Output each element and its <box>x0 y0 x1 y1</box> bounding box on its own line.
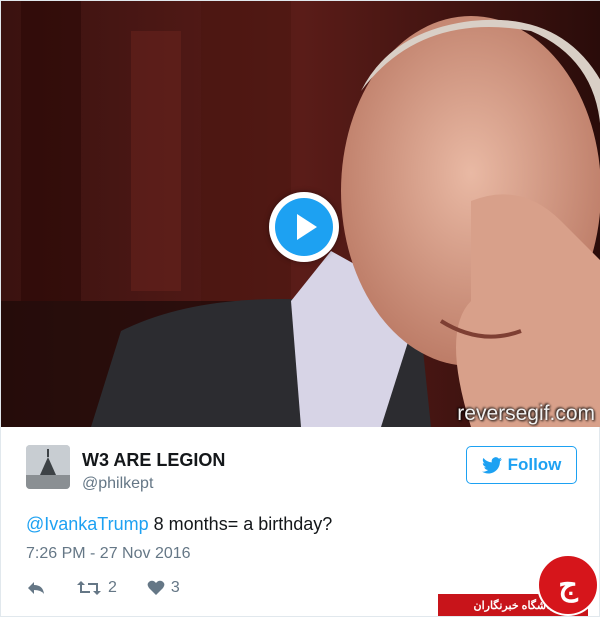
like-count: 3 <box>170 579 180 596</box>
twitter-bird-icon <box>481 456 502 473</box>
mention-link[interactable]: @IvankaTrump <box>26 514 149 534</box>
badge-logo: ج <box>537 554 599 616</box>
tweet-body: 8 months= a birthday? <box>148 514 333 534</box>
tweet-text: @IvankaTrump 8 months= a birthday? <box>26 514 332 535</box>
avatar[interactable] <box>26 445 70 489</box>
timestamp[interactable]: 7:26 PM - 27 Nov 2016 <box>26 545 191 563</box>
reply-icon <box>28 582 44 594</box>
avatar-image <box>26 445 70 489</box>
heart-icon <box>147 580 165 595</box>
play-icon <box>275 198 333 256</box>
reply-button[interactable] <box>26 580 46 596</box>
tweet-card: reversegif.com W3 ARE LEGION @philkept F… <box>0 0 600 617</box>
news-badge: باشگاه خبرنگاران ج <box>438 554 600 618</box>
tweet-actions: 2 3 <box>26 579 180 597</box>
follow-label: Follow <box>507 455 562 474</box>
follow-button[interactable]: Follow <box>466 446 577 484</box>
tweet-media[interactable]: reversegif.com <box>1 1 600 427</box>
play-button[interactable] <box>269 192 339 262</box>
display-name[interactable]: W3 ARE LEGION <box>82 450 225 471</box>
retweet-button[interactable]: 2 <box>76 579 117 597</box>
like-button[interactable]: 3 <box>147 579 180 597</box>
watermark: reversegif.com <box>457 402 595 425</box>
user-handle[interactable]: @philkept <box>82 475 153 493</box>
retweet-icon <box>77 581 101 595</box>
retweet-count: 2 <box>108 579 117 596</box>
